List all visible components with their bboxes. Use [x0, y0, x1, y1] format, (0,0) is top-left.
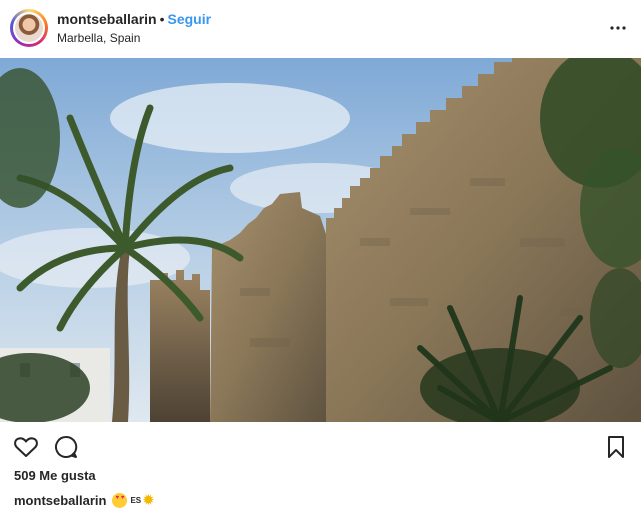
- heart-eyes-emoji-icon: [112, 493, 128, 508]
- bookmark-outline-icon[interactable]: [603, 434, 629, 460]
- heart-outline-icon[interactable]: [13, 434, 39, 460]
- post-actions: [0, 422, 641, 468]
- avatar[interactable]: [10, 9, 48, 47]
- follow-button[interactable]: Seguir: [168, 11, 212, 27]
- comment-bubble-icon[interactable]: [53, 434, 79, 460]
- post-image[interactable]: [0, 58, 641, 422]
- separator-dot: •: [159, 11, 165, 27]
- likes-count[interactable]: 509 Me gusta: [14, 468, 96, 483]
- post-header: montseballarin • Seguir Marbella, Spain: [0, 0, 641, 58]
- post-caption: montseballarin ES ✹: [14, 493, 155, 508]
- post-photo-illustration: [0, 58, 641, 422]
- username-link[interactable]: montseballarin: [57, 11, 157, 27]
- caption-text: ES: [130, 496, 142, 505]
- avatar-image: [13, 12, 45, 44]
- sun-emoji-icon: ✹: [142, 492, 155, 509]
- more-options-icon[interactable]: [609, 19, 627, 37]
- caption-username-link[interactable]: montseballarin: [14, 493, 106, 508]
- user-line: montseballarin • Seguir: [57, 11, 211, 27]
- location-link[interactable]: Marbella, Spain: [57, 31, 140, 45]
